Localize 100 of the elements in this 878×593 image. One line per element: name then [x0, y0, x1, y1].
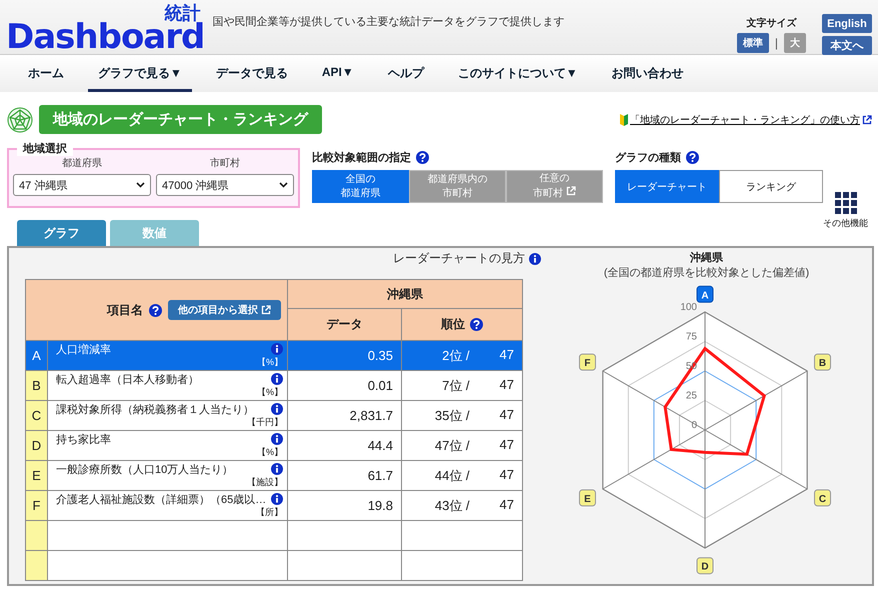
graph-type-title: グラフの種類 [615, 150, 681, 165]
axis-label[interactable]: E [578, 489, 596, 506]
chevron-icon [279, 182, 288, 188]
info-icon[interactable] [271, 402, 283, 414]
data-value: 0.01 [368, 378, 393, 393]
row-letter: A [32, 348, 41, 363]
axis-label[interactable]: F [578, 354, 596, 371]
header-button[interactable]: English [822, 14, 872, 33]
chart-title: 沖縄県 [690, 250, 723, 265]
radar-icon [7, 106, 33, 132]
help-icon[interactable] [416, 151, 429, 164]
item-name: 転入超過率（日本人移動者） [56, 372, 199, 386]
item-name: 持ち家比率 [56, 432, 111, 446]
external-link-icon [862, 114, 872, 124]
column-header: 沖縄県 [387, 286, 423, 300]
nav-item[interactable]: グラフで見る▼ [88, 55, 192, 92]
axis-tick-label: 25 [685, 390, 696, 402]
beginner-mark-icon [620, 114, 628, 126]
rank-total: 47 [500, 376, 514, 394]
data-value: 0.35 [368, 348, 393, 363]
info-icon[interactable] [529, 252, 541, 264]
axis-label[interactable]: D [696, 557, 713, 574]
data-value: 61.7 [368, 468, 393, 483]
tab[interactable]: グラフ [17, 220, 106, 246]
help-icon[interactable] [470, 318, 483, 332]
unit-label: 【%】 [256, 386, 283, 398]
rank-value: 47位 / [434, 436, 470, 454]
rank-value: 2位 / [442, 346, 470, 364]
logo-subtitle: 統計 [164, 4, 200, 22]
chart-subtitle: (全国の都道府県を比較対象とした偏差値) [604, 266, 810, 280]
unit-label: 【%】 [256, 356, 283, 368]
rank-total: 47 [500, 346, 514, 364]
help-icon[interactable] [149, 304, 162, 316]
axis-label[interactable]: A [696, 286, 713, 303]
tagline: 国や民間企業等が提供している主要な統計データをグラフで提供します [212, 14, 566, 29]
axis-tick-label: 75 [685, 332, 696, 342]
grid-menu-icon[interactable] [834, 192, 856, 214]
info-icon[interactable] [271, 342, 283, 354]
nav-item[interactable]: このサイトについて▼ [448, 55, 588, 92]
row-letter: E [32, 468, 41, 483]
external-link-icon [261, 305, 271, 315]
data-value: 44.4 [368, 438, 393, 453]
nav-item[interactable]: データで見る [206, 55, 298, 92]
separator: | [774, 36, 778, 50]
radar-guide-label: レーダーチャートの見方 [393, 250, 525, 267]
data-value: 19.8 [368, 498, 393, 513]
nav-item[interactable]: ホーム [18, 55, 74, 92]
data-value: 2,831.7 [350, 408, 393, 423]
nav-item[interactable]: API▼ [312, 55, 364, 92]
font-size-button[interactable]: 標準 [736, 33, 769, 53]
info-icon[interactable] [271, 462, 283, 474]
field-label: 都道府県 [62, 156, 102, 170]
prefecture-dropdown[interactable]: 47 沖縄県 [13, 174, 151, 196]
scope-option[interactable]: 全国の 都道府県 [312, 170, 409, 203]
unit-label: 【施設】 [247, 476, 283, 488]
unit-label: 【%】 [256, 446, 283, 458]
rank-total: 47 [500, 466, 514, 484]
rank-value: 43位 / [434, 496, 470, 514]
row-letter: F [32, 498, 40, 513]
field-label: 市町村 [210, 156, 240, 170]
scope-title: 比較対象範囲の指定 [312, 150, 411, 165]
info-icon[interactable] [271, 432, 283, 444]
select-items-button[interactable]: 他の項目から選択 [168, 300, 281, 320]
axis-label[interactable]: C [814, 489, 831, 506]
item-name: 課税対象所得（納税義務者１人当たり） [56, 402, 254, 416]
row-letter: B [32, 378, 41, 393]
rank-total: 47 [500, 496, 514, 514]
unit-label: 【千円】 [247, 416, 283, 428]
axis-tick-label: 100 [680, 302, 696, 313]
column-header: 項目名 [107, 302, 143, 318]
item-name: 介護老人福祉施設数（詳細票）（65歳以… [56, 492, 266, 506]
info-icon[interactable] [271, 492, 283, 504]
rank-value: 44位 / [434, 466, 470, 484]
logo[interactable]: Dashboard [6, 22, 204, 52]
item-name: 人口増減率 [56, 342, 111, 356]
rank-total: 47 [500, 436, 514, 454]
column-header: データ [326, 317, 362, 331]
item-name: 一般診療所数（人口10万人当たり） [56, 462, 234, 476]
graph-type-option[interactable]: レーダーチャート [615, 170, 719, 203]
rank-value: 35位 / [434, 406, 470, 424]
municipality-dropdown[interactable]: 47000 沖縄県 [156, 174, 294, 196]
axis-label[interactable]: B [814, 354, 831, 371]
row-letter: D [32, 438, 42, 453]
graph-type-option[interactable]: ランキング [719, 170, 823, 203]
rank-value: 7位 / [442, 376, 470, 394]
rank-total: 47 [500, 406, 514, 424]
external-link-icon [566, 186, 576, 196]
column-header: 順位 [441, 317, 465, 331]
nav-item[interactable]: ヘルプ [378, 55, 434, 92]
region-legend: 地域選択 [17, 141, 73, 156]
nav-item[interactable]: お問い合わせ [602, 55, 694, 92]
font-size-label: 文字サイズ [746, 16, 796, 30]
info-icon[interactable] [271, 372, 283, 384]
row-letter: C [32, 408, 42, 423]
help-link[interactable]: 「地域のレーダーチャート・ランキング」の使い方 [630, 112, 860, 126]
chevron-icon [136, 182, 145, 188]
page-title: 地域のレーダーチャート・ランキング [39, 105, 322, 134]
help-icon[interactable] [686, 151, 699, 164]
header-button[interactable]: 本文へ [822, 36, 872, 55]
unit-label: 【所】 [256, 506, 283, 518]
